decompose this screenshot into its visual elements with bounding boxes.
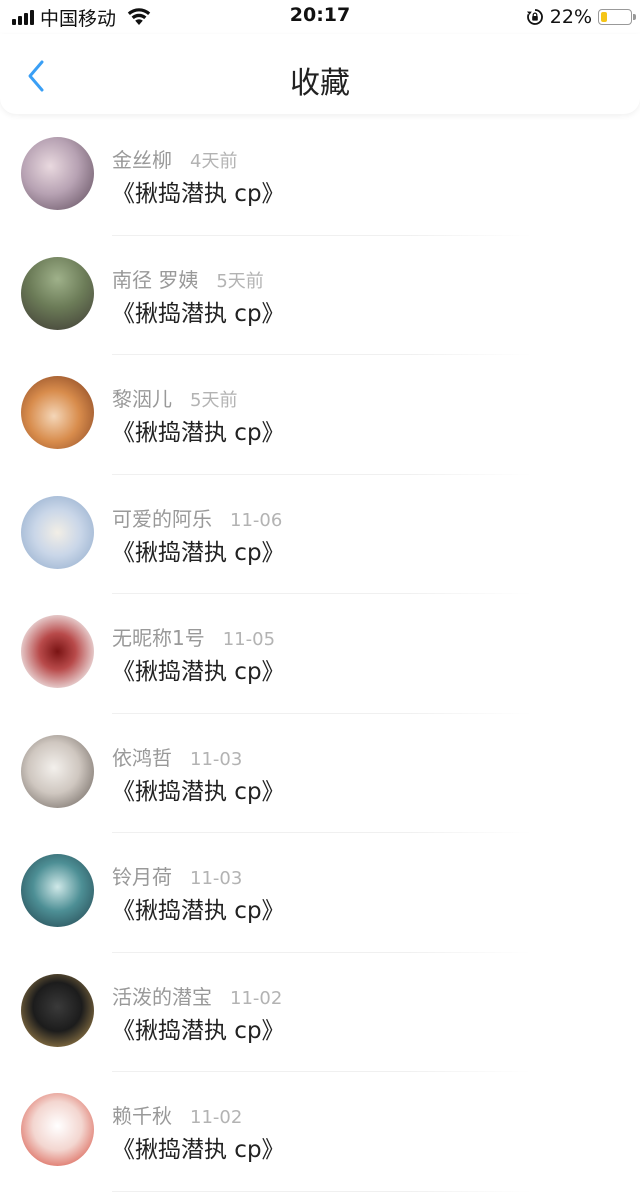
battery-percentage: 22% [549, 6, 592, 28]
list-item[interactable]: 南径 罗姨 5天前 《揪捣潜执 cp》 [0, 236, 640, 355]
timestamp: 4天前 [190, 151, 238, 172]
avatar[interactable] [21, 137, 94, 210]
item-meta: 黎洇儿 5天前 [112, 383, 237, 412]
user-name: 无昵称1号 [112, 626, 205, 650]
avatar[interactable] [21, 973, 94, 1047]
item-title: 《揪捣潜执 cp》 [112, 181, 285, 207]
avatar[interactable] [21, 615, 94, 688]
battery-icon [598, 9, 636, 25]
back-button[interactable] [16, 56, 56, 96]
item-title: 《揪捣潜执 cp》 [112, 300, 285, 327]
avatar[interactable] [21, 495, 94, 569]
status-bar: 中国移动 20:17 22% [0, 0, 640, 34]
item-meta: 依鸿哲 11-03 [112, 742, 242, 771]
item-title: 《揪捣潜执 cp》 [112, 1137, 285, 1163]
timestamp: 5天前 [190, 390, 238, 411]
user-name: 活泼的潜宝 [112, 984, 212, 1009]
favorites-list: 金丝柳 4天前 《揪捣潜执 cp》 南径 罗姨 5天前 《揪捣潜执 cp》 黎洇… [0, 116, 640, 1192]
orientation-lock-icon [526, 9, 543, 25]
item-meta: 无昵称1号 11-05 [112, 622, 275, 651]
item-title: 《揪捣潜执 cp》 [112, 778, 285, 805]
status-right: 22% [526, 5, 636, 29]
navigation-bar: 收藏 [0, 34, 640, 114]
item-meta: 赖千秋 11-02 [112, 1100, 242, 1129]
timestamp: 5天前 [216, 270, 264, 292]
item-title: 《揪捣潜执 cp》 [112, 539, 285, 566]
divider [112, 1190, 532, 1192]
avatar[interactable] [21, 376, 94, 449]
list-item[interactable]: 赖千秋 11-02 《揪捣潜执 cp》 [0, 1072, 640, 1192]
item-title: 《揪捣潜执 cp》 [112, 1017, 285, 1044]
battery-level [601, 12, 607, 22]
timestamp: 11-03 [190, 748, 243, 770]
timestamp: 11-02 [230, 987, 283, 1009]
timestamp: 11-02 [190, 1107, 243, 1128]
user-name: 赖千秋 [112, 1104, 172, 1128]
item-meta: 金丝柳 4天前 [112, 144, 237, 173]
avatar[interactable] [21, 256, 94, 330]
list-item[interactable]: 金丝柳 4天前 《揪捣潜执 cp》 [0, 116, 640, 236]
item-title: 《揪捣潜执 cp》 [112, 420, 285, 446]
item-title: 《揪捣潜执 cp》 [112, 659, 285, 685]
item-meta: 活泼的潜宝 11-02 [112, 981, 282, 1010]
item-meta: 可爱的阿乐 11-06 [112, 503, 282, 532]
list-item[interactable]: 可爱的阿乐 11-06 《揪捣潜执 cp》 [0, 475, 640, 594]
list-item[interactable]: 铃月荷 11-03 《揪捣潜执 cp》 [0, 833, 640, 953]
list-item[interactable]: 活泼的潜宝 11-02 《揪捣潜执 cp》 [0, 953, 640, 1072]
user-name: 南径 罗姨 [112, 267, 199, 292]
timestamp: 11-06 [230, 509, 283, 531]
item-title: 《揪捣潜执 cp》 [112, 898, 285, 924]
chevron-left-icon [28, 60, 44, 92]
avatar[interactable] [21, 1093, 94, 1166]
list-item[interactable]: 依鸿哲 11-03 《揪捣潜执 cp》 [0, 714, 640, 833]
timestamp: 11-05 [222, 629, 276, 650]
timestamp: 11-03 [190, 868, 243, 889]
item-meta: 铃月荷 11-03 [112, 861, 242, 890]
user-name: 黎洇儿 [112, 387, 172, 411]
item-meta: 南径 罗姨 5天前 [112, 264, 264, 293]
user-name: 铃月荷 [112, 865, 172, 889]
list-item[interactable]: 无昵称1号 11-05 《揪捣潜执 cp》 [0, 594, 640, 714]
page-title: 收藏 [290, 66, 350, 101]
user-name: 可爱的阿乐 [112, 506, 212, 531]
user-name: 依鸿哲 [112, 745, 172, 770]
user-name: 金丝柳 [112, 148, 172, 172]
avatar[interactable] [21, 854, 94, 927]
avatar[interactable] [21, 734, 94, 808]
list-item[interactable]: 黎洇儿 5天前 《揪捣潜执 cp》 [0, 355, 640, 475]
